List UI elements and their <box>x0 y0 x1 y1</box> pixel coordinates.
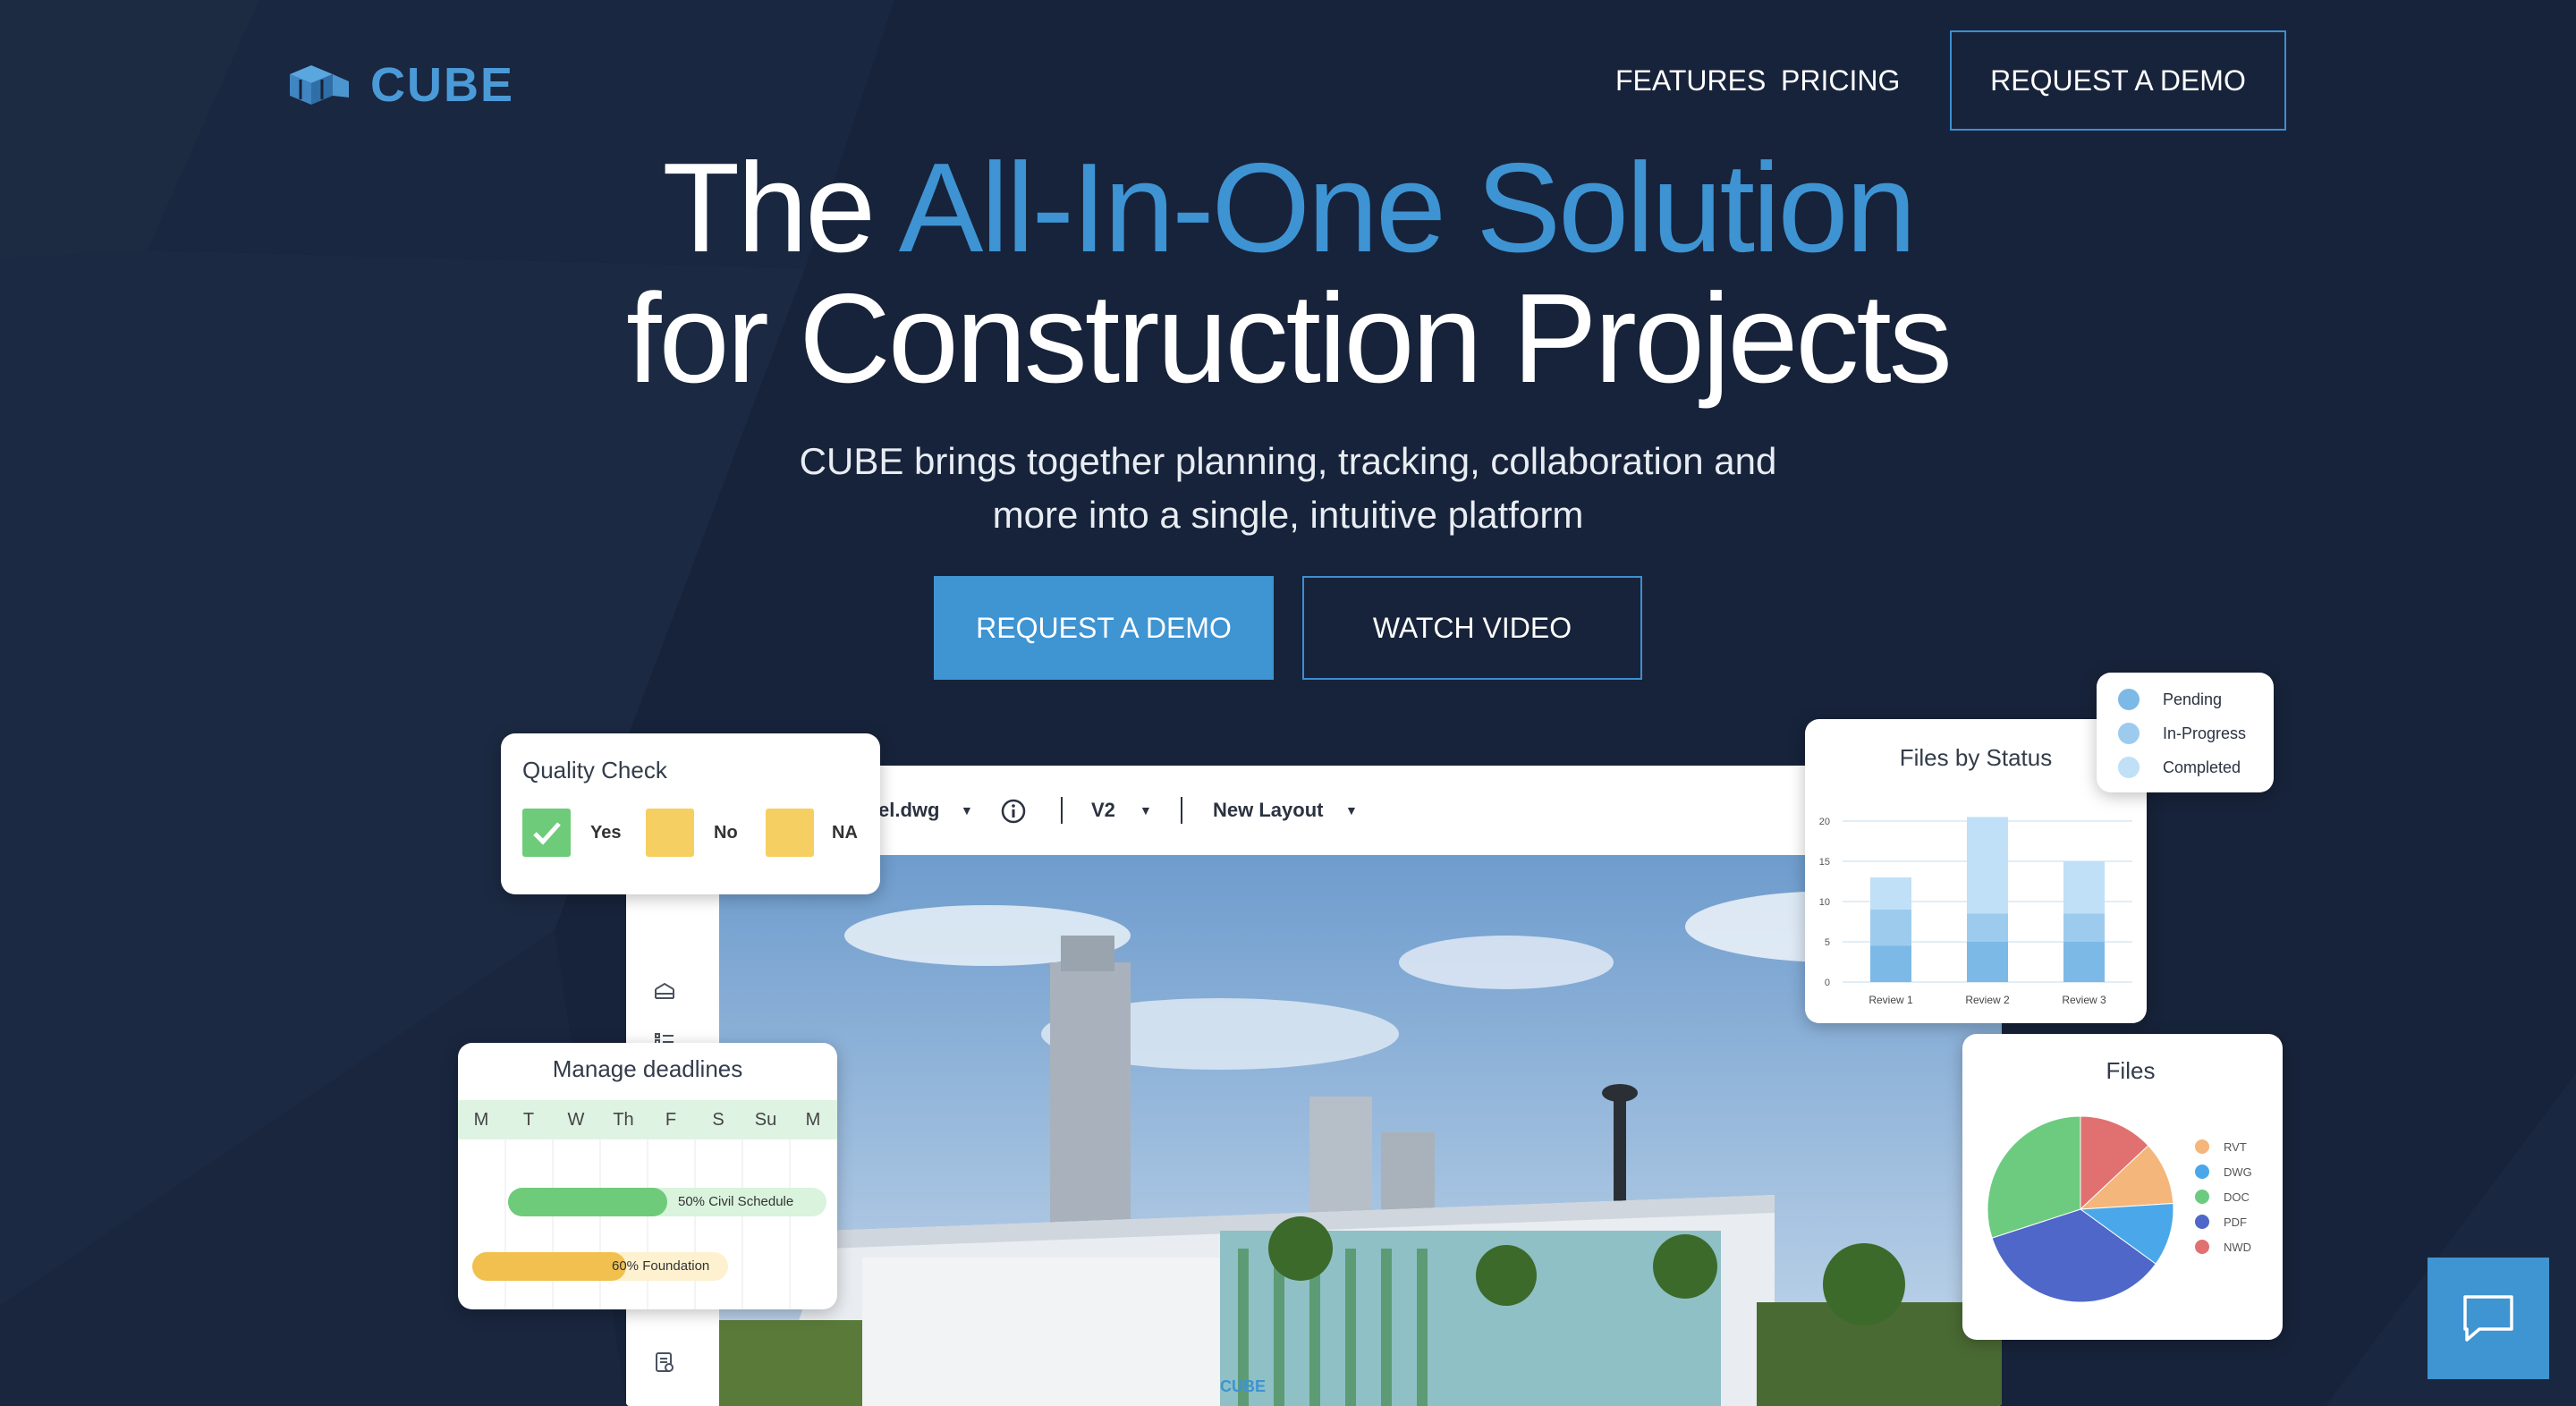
quality-yes-checkbox[interactable] <box>522 809 571 857</box>
pie-legend-dot <box>2195 1240 2209 1254</box>
pie-legend-label: DOC <box>2224 1190 2250 1204</box>
day-label: F <box>665 1110 677 1130</box>
pie-legend-label: PDF <box>2224 1215 2247 1229</box>
file-name[interactable]: el.dwg <box>878 799 939 822</box>
toolbar-divider <box>1061 797 1063 824</box>
manage-deadlines-card: Manage deadlines M T W Th F S Su M 50% C… <box>458 1043 837 1309</box>
quality-no-checkbox[interactable] <box>646 809 694 857</box>
day-label: M <box>805 1110 821 1130</box>
files-by-status-card: Files by Status 0 5 10 15 20 Review 1 Review 2… <box>1805 719 2147 1023</box>
pie-legend-dot <box>2195 1190 2209 1204</box>
pie-legend-label: NWD <box>2224 1241 2251 1254</box>
hero-subtitle-line1: CUBE brings together planning, tracking,… <box>799 440 1777 482</box>
day-label: Su <box>754 1110 777 1130</box>
task-progress-fill <box>472 1252 626 1281</box>
pie-legend-dot <box>2195 1139 2209 1154</box>
in-progress-legend-dot <box>2118 723 2140 744</box>
bar-segment <box>2063 913 2105 942</box>
check-icon <box>533 822 561 845</box>
hero-title-prefix: The <box>662 137 899 279</box>
y-tick-label: 20 <box>1819 817 1830 827</box>
status-legend-card: Pending In-Progress Completed <box>2097 673 2274 792</box>
day-label: W <box>567 1110 585 1130</box>
task-label: 50% Civil Schedule <box>678 1194 794 1209</box>
logo[interactable]: CUBE <box>284 57 514 113</box>
bar-segment <box>2063 861 2105 914</box>
report-icon[interactable] <box>653 1351 676 1374</box>
toolbar-divider <box>1181 797 1182 824</box>
quality-no-label: No <box>714 823 738 843</box>
hero-title-accent: All-In-One Solution <box>898 137 1917 279</box>
version-dropdown-icon[interactable]: ▼ <box>1140 803 1152 817</box>
y-tick-label: 5 <box>1825 937 1830 948</box>
legend-label: In-Progress <box>2163 724 2247 742</box>
bar-segment <box>1870 945 1911 982</box>
bar-segment <box>1870 877 1911 910</box>
logo-text: CUBE <box>370 58 515 112</box>
completed-legend-dot <box>2118 757 2140 778</box>
task-bar-civil-schedule[interactable]: 50% Civil Schedule <box>508 1188 826 1216</box>
hero-title-line2: for Construction Projects <box>626 267 1953 410</box>
bar-segment <box>1967 817 2008 914</box>
layout-dropdown-icon[interactable]: ▼ <box>1345 803 1358 817</box>
chat-icon <box>2463 1295 2513 1342</box>
calendar-header: M T W Th F S Su M <box>458 1100 837 1139</box>
quality-yes-label: Yes <box>590 823 622 843</box>
version-select[interactable]: V2 <box>1091 799 1115 822</box>
x-tick-label: Review 2 <box>1965 994 2010 1006</box>
nav-pricing-link[interactable]: PRICING <box>1781 64 1900 97</box>
x-tick-label: Review 1 <box>1868 994 1913 1006</box>
bar-segment <box>2063 942 2105 982</box>
day-label: S <box>712 1110 724 1130</box>
bar-segment <box>1870 910 1911 946</box>
day-label: M <box>473 1110 489 1130</box>
day-label: Th <box>613 1110 634 1130</box>
files-pie-card: Files RVT DWG DOC PDF NWD <box>1962 1034 2283 1340</box>
bar-segment <box>1967 913 2008 942</box>
cube-logo-icon <box>290 65 349 105</box>
layers-icon[interactable] <box>653 980 676 1004</box>
legend-label: Pending <box>2163 690 2223 708</box>
files-by-status-chart: 0 5 10 15 20 Review 1 Review 2 Review 3 <box>1819 817 2132 1006</box>
pie-legend-label: DWG <box>2224 1165 2252 1179</box>
task-label: 60% Foundation <box>612 1258 710 1274</box>
task-bar-foundation[interactable]: 60% Foundation <box>472 1252 728 1281</box>
deadlines-title: Manage deadlines <box>552 1055 743 1082</box>
task-progress-fill <box>508 1188 667 1216</box>
quality-check-title: Quality Check <box>522 757 667 783</box>
pie-legend-dot <box>2195 1165 2209 1179</box>
quality-na-label: NA <box>832 823 858 843</box>
file-dropdown-icon[interactable]: ▼ <box>961 803 973 817</box>
watch-video-button[interactable]: WATCH VIDEO <box>1302 576 1642 680</box>
bar-segment <box>1967 942 2008 982</box>
hero-subtitle-line2: more into a single, intuitive platform <box>992 494 1584 536</box>
pie-legend-label: RVT <box>2224 1140 2247 1154</box>
layout-select[interactable]: New Layout <box>1213 799 1323 822</box>
nav-request-demo-button[interactable]: REQUEST A DEMO <box>1950 30 2286 131</box>
chat-button[interactable] <box>2428 1258 2549 1379</box>
info-icon[interactable] <box>1000 798 1027 825</box>
y-tick-label: 10 <box>1819 897 1830 908</box>
building-sign: CUBE <box>1220 1377 1266 1395</box>
legend-label: Completed <box>2163 758 2241 776</box>
hero-request-demo-button[interactable]: REQUEST A DEMO <box>934 576 1274 680</box>
y-tick-label: 15 <box>1819 857 1830 868</box>
day-label: T <box>522 1110 535 1130</box>
x-tick-label: Review 3 <box>2062 994 2106 1006</box>
quality-na-checkbox[interactable] <box>766 809 814 857</box>
files-pie-chart: RVT DWG DOC PDF NWD <box>1987 1115 2252 1303</box>
calendar-grid <box>504 1139 791 1309</box>
pending-legend-dot <box>2118 689 2140 710</box>
pie-legend-dot <box>2195 1215 2209 1229</box>
y-tick-label: 0 <box>1825 978 1830 988</box>
nav-features-link[interactable]: FEATURES <box>1615 64 1766 97</box>
hero-title-line1: The All-In-One Solution <box>0 145 2576 272</box>
quality-check-card: Quality Check Yes No NA <box>501 733 880 894</box>
